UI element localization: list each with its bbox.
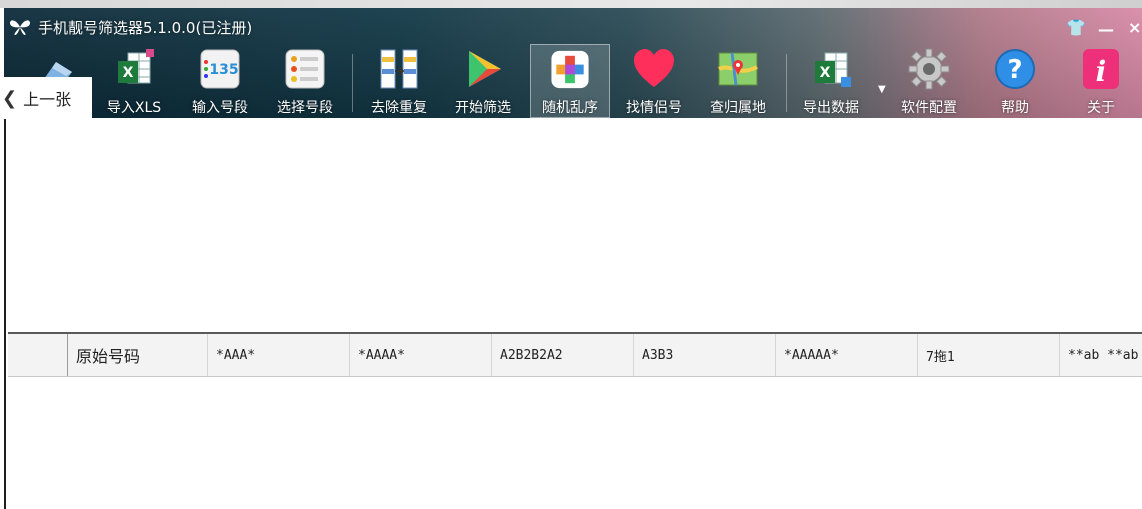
about-label: 关于 [1087, 100, 1115, 116]
select-segment-label: 选择号段 [277, 100, 333, 116]
couple-number-button[interactable]: 找情侣号 [621, 44, 687, 118]
previous-image-label: 上一张 [23, 90, 72, 109]
start-filter-button[interactable]: 开始筛选 [450, 44, 516, 118]
toolbar-separator [786, 54, 787, 112]
list-select-icon [285, 49, 325, 89]
excel-export-icon: X [815, 52, 851, 87]
heart-icon [634, 49, 674, 87]
grid-row-header-corner [8, 334, 68, 376]
info-icon: i [1083, 49, 1119, 89]
grid-column-aaa[interactable]: *AAA* [208, 334, 350, 376]
dedupe-label: 去除重复 [371, 100, 427, 116]
export-data-button[interactable]: X 导出数据 [796, 44, 866, 118]
svg-text:?: ? [1007, 55, 1022, 85]
screen-top-strip [0, 0, 1142, 8]
input-segment-button[interactable]: 135 输入号段 [187, 44, 253, 118]
grid-column-aaaaa[interactable]: *AAAAA* [776, 334, 918, 376]
gear-icon [908, 48, 950, 90]
window-title: 手机靓号筛选器5.1.0.0(已注册) [38, 19, 253, 37]
previous-image-button[interactable]: ❮ 上一张 [0, 77, 92, 119]
start-filter-label: 开始筛选 [455, 100, 511, 116]
butterfly-icon [10, 20, 30, 35]
svg-text:135: 135 [209, 62, 238, 78]
grid-column-a2b2b2a2[interactable]: A2B2B2A2 [492, 334, 634, 376]
import-xls-label: 导入XLS [106, 100, 162, 116]
number-input-icon: 135 [200, 49, 240, 89]
grid-column-original-number[interactable]: 原始号码 [68, 334, 208, 376]
select-segment-button[interactable]: 选择号段 [272, 44, 338, 118]
excel-import-icon: X [118, 49, 154, 84]
location-lookup-button[interactable]: 查归属地 [705, 44, 771, 118]
shuffle-button[interactable]: 随机乱序 [530, 44, 610, 118]
svg-text:X: X [820, 65, 831, 81]
help-icon: ? [995, 49, 1035, 89]
grid-column-aaaa[interactable]: *AAAA* [350, 334, 492, 376]
help-button[interactable]: ? 帮助 [982, 44, 1048, 118]
svg-text:i: i [1096, 55, 1107, 88]
shuffle-icon [551, 50, 589, 89]
dedupe-icon [380, 49, 418, 89]
toolbar-separator [352, 54, 353, 112]
chevron-left-icon: ❮ [2, 87, 18, 109]
couple-number-label: 找情侣号 [626, 100, 682, 116]
grid-column-abab[interactable]: **ab **ab [1060, 334, 1142, 376]
title-bar: 手机靓号筛选器5.1.0.0(已注册) 👕 — × X 导入XLS 135 输入… [4, 8, 1142, 118]
map-icon [718, 52, 758, 86]
app-window: 手机靓号筛选器5.1.0.0(已注册) 👕 — × X 导入XLS 135 输入… [4, 8, 1142, 509]
import-xls-button[interactable]: X 导入XLS [103, 44, 165, 118]
minimize-button[interactable]: — [1098, 20, 1114, 39]
software-config-button[interactable]: 软件配置 [896, 44, 962, 118]
help-label: 帮助 [1001, 100, 1029, 116]
play-icon [469, 51, 501, 87]
export-dropdown-arrow[interactable]: ▼ [878, 84, 886, 95]
location-lookup-label: 查归属地 [710, 100, 766, 116]
svg-text:X: X [123, 65, 134, 81]
grid-column-a3b3[interactable]: A3B3 [634, 334, 776, 376]
content-left-border [4, 110, 6, 509]
software-config-label: 软件配置 [901, 100, 957, 116]
close-button[interactable]: × [1128, 18, 1141, 37]
skin-icon[interactable]: 👕 [1066, 18, 1086, 37]
main-toolbar: X 导入XLS 135 输入号段 选择号段 去除重复 开始筛选 随机乱序 找情侣… [4, 44, 1142, 118]
dedupe-button[interactable]: 去除重复 [366, 44, 432, 118]
title-row: 手机靓号筛选器5.1.0.0(已注册) 👕 — × [4, 8, 1142, 42]
input-segment-label: 输入号段 [192, 100, 248, 116]
export-data-label: 导出数据 [803, 100, 859, 116]
grid-column-7-tuo-1[interactable]: 7拖1 [918, 334, 1060, 376]
shuffle-label: 随机乱序 [542, 100, 598, 116]
result-grid-header: 原始号码 *AAA* *AAAA* A2B2B2A2 A3B3 *AAAAA* … [8, 334, 1142, 377]
about-button[interactable]: i 关于 [1068, 44, 1134, 118]
